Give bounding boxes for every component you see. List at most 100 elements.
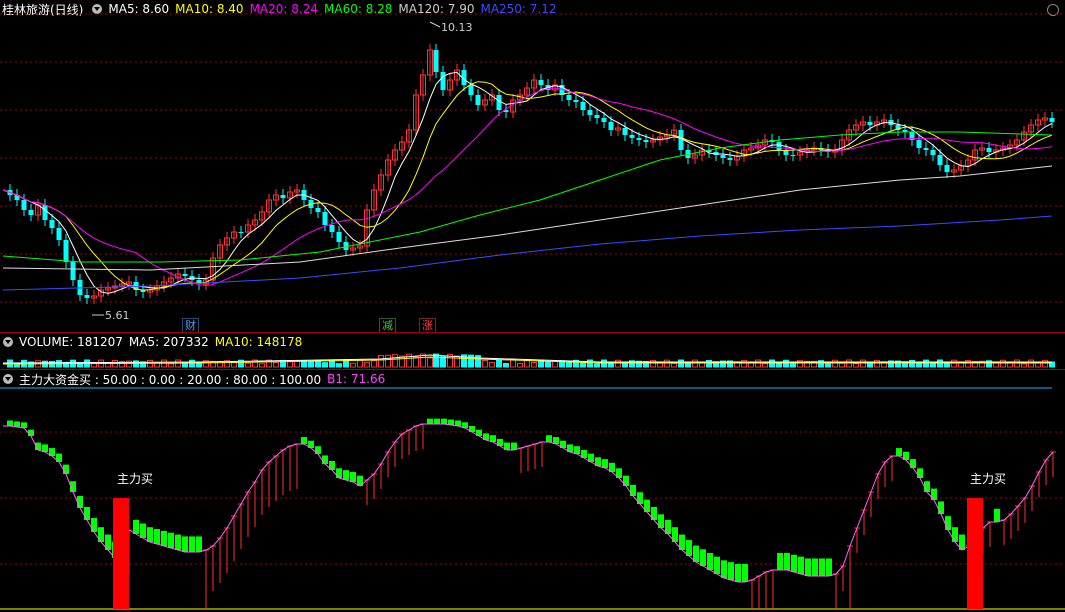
indicator-panel: 主力大资金买 : 50.00 : 0.00 : 20.00 : 80.00 : … xyxy=(0,370,1065,612)
candle-body xyxy=(70,262,76,280)
oscillator-bar-down xyxy=(7,420,13,426)
volume-bar xyxy=(608,362,614,368)
candle-body xyxy=(629,135,635,138)
candle-body xyxy=(636,138,642,140)
oscillator-bar-down xyxy=(693,545,699,562)
candle-body xyxy=(468,85,474,95)
candle-body xyxy=(84,295,90,298)
volume-bar xyxy=(783,359,789,368)
badge-cai[interactable]: 财 xyxy=(182,318,199,333)
candle-body xyxy=(21,200,27,210)
oscillator-bar-down xyxy=(994,508,1000,522)
volume-bar xyxy=(433,353,439,368)
volume-bar xyxy=(531,361,537,368)
oscillator-bar-down xyxy=(161,530,167,546)
volume-bar xyxy=(909,359,915,368)
candle-body xyxy=(433,50,439,72)
volume-bar xyxy=(427,357,433,368)
oscillator-bar-down xyxy=(714,556,720,574)
low-price-label: 5.61 xyxy=(105,309,130,322)
candle-body xyxy=(322,212,328,225)
ma250-line xyxy=(2,215,1053,291)
oscillator-bar-down xyxy=(322,455,328,464)
volume-bar xyxy=(482,360,488,368)
volume-bar xyxy=(336,363,342,368)
volume-bar xyxy=(769,359,775,368)
ma20-line xyxy=(2,87,1053,287)
oscillator-bar-down xyxy=(742,564,748,582)
candle-body xyxy=(622,128,628,135)
volume-bar xyxy=(503,363,509,368)
candle-body xyxy=(49,220,55,228)
volume-bar xyxy=(860,359,866,368)
oscillator-bar-down xyxy=(805,558,811,576)
candle-body xyxy=(790,155,796,156)
candle-body xyxy=(315,208,321,212)
candle-body xyxy=(56,228,62,240)
volume-bar xyxy=(692,359,698,368)
candle-body xyxy=(643,140,649,142)
volume-bar xyxy=(678,359,684,368)
volume-bar xyxy=(287,361,293,368)
volume-bar xyxy=(685,363,691,368)
oscillator-bar-down xyxy=(735,564,741,582)
oscillator-bar-down xyxy=(189,536,195,552)
oscillator-bar-down xyxy=(28,429,34,436)
volume-bar xyxy=(545,361,551,368)
oscillator-bar-down xyxy=(84,506,90,520)
volume-bar xyxy=(350,362,356,368)
volume-bar xyxy=(301,360,307,368)
candle-body xyxy=(916,140,922,148)
oscillator-bar-down xyxy=(154,529,160,544)
volume-bar xyxy=(1014,359,1020,368)
volume-bar xyxy=(496,359,502,368)
oscillator-bar-down xyxy=(350,472,356,482)
candle-body xyxy=(566,95,572,100)
oscillator-bar-down xyxy=(700,549,706,566)
volume-bar xyxy=(594,363,600,368)
candle-body xyxy=(986,148,992,152)
oscillator-bar-down xyxy=(21,422,27,428)
badge-jian[interactable]: 减 xyxy=(379,318,396,333)
candle-body xyxy=(944,165,950,172)
volume-bar xyxy=(601,359,607,368)
volume-bar xyxy=(832,359,838,368)
volume-bar xyxy=(615,359,621,368)
ma10-line xyxy=(2,81,1053,291)
price-chart: 10.13 5.61 xyxy=(0,13,1065,322)
volume-bar xyxy=(776,362,782,368)
price-panel: 桂林旅游(日线) MA5: 8.60 MA10: 8.40 MA20: 8.24… xyxy=(0,0,1065,333)
volume-bar xyxy=(392,354,398,368)
volume-bar xyxy=(937,359,943,368)
volume-bar xyxy=(510,359,516,368)
candle-body xyxy=(475,95,481,105)
oscillator-bar-down xyxy=(140,523,146,538)
volume-bar xyxy=(91,363,97,368)
volume-bar xyxy=(273,362,279,368)
candle-body xyxy=(776,142,782,150)
volume-bar xyxy=(566,361,572,368)
volume-chart xyxy=(2,353,1055,368)
volume-bar xyxy=(664,359,670,368)
volume-bar xyxy=(182,362,188,368)
oscillator-bar-down xyxy=(441,418,447,424)
oscillator-bar-down xyxy=(196,536,202,552)
volume-bar xyxy=(1042,359,1048,368)
volume-bar xyxy=(853,363,859,368)
volume-bar xyxy=(741,359,747,368)
oscillator-bar-down xyxy=(826,558,832,576)
candle-body xyxy=(538,80,544,85)
candle-body xyxy=(587,110,593,115)
oscillator-bar-down xyxy=(623,475,629,486)
candle-body xyxy=(867,122,873,125)
volume-panel: VOLUME: 181207 MA5: 207332 MA10: 148178 xyxy=(0,333,1065,369)
candle-body xyxy=(930,150,936,155)
volume-bar xyxy=(1035,362,1041,368)
volume-bar xyxy=(440,356,446,368)
volume-bar xyxy=(1028,359,1034,368)
volume-bar xyxy=(951,359,957,368)
badge-zhang[interactable]: 涨 xyxy=(419,318,436,333)
ma60-line xyxy=(2,131,1053,263)
volume-ma10-line xyxy=(2,356,1052,365)
volume-bar xyxy=(517,362,523,368)
